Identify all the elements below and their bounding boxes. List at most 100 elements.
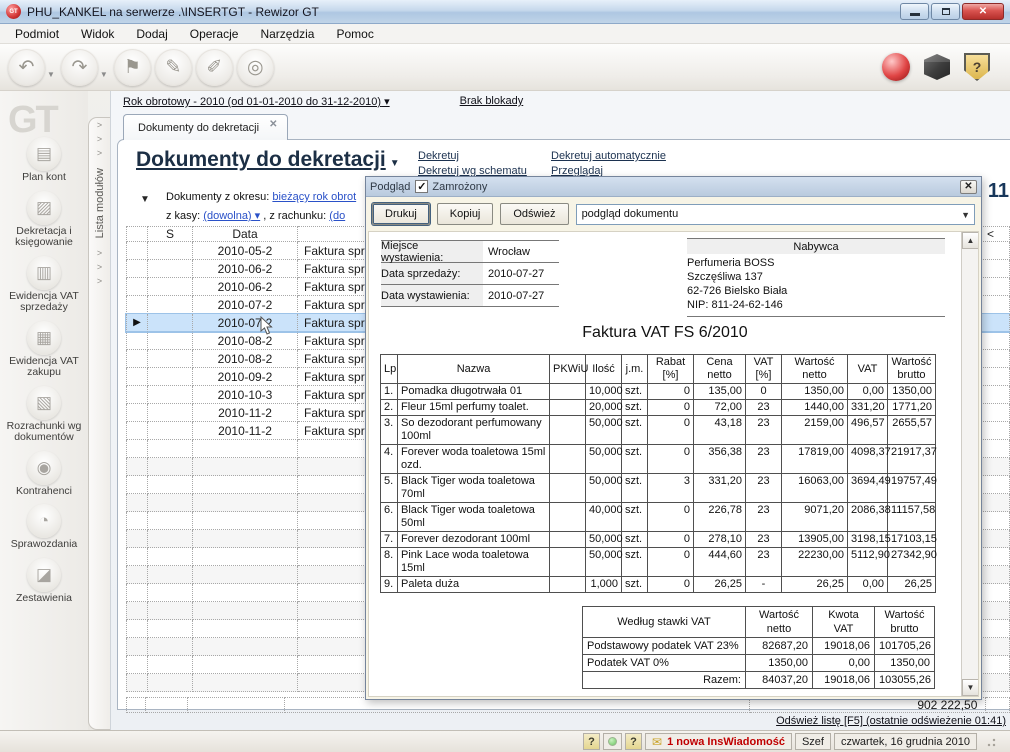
tab-dokumenty-do-dekretacji[interactable]: Dokumenty do dekretacji ✕ [123, 114, 288, 140]
dialog-title-bar[interactable]: Podgląd ✓ Zamrożony ✕ [366, 177, 981, 197]
resize-grip[interactable] [986, 737, 996, 747]
item-net-price: 444,60 [694, 548, 746, 577]
insmail-message: 1 nowa InsWiadomość [667, 736, 785, 748]
preview-mode-select[interactable]: podgląd dokumentu ▼ [576, 204, 975, 225]
flag-icon[interactable]: ⚑ [114, 49, 151, 86]
info-value: Wrocław [483, 246, 530, 258]
item-discount: 0 [648, 416, 694, 445]
invoice-title: Faktura VAT FS 6/2010 [369, 324, 961, 342]
vat-summary-column-header: Wartość brutto [875, 607, 935, 638]
fiscal-year-link[interactable]: Rok obrotowy - 2010 (od 01-01-2010 do 31… [123, 95, 390, 108]
back-icon-dropdown[interactable]: ▼ [47, 70, 55, 79]
period-filter-link[interactable]: bieżący rok obrot [272, 191, 356, 203]
help-status-icon[interactable]: ? [583, 733, 600, 750]
item-vat-value: 3694,49 [848, 474, 888, 503]
preview-document-icon[interactable]: ◎ [237, 49, 274, 86]
insert-orb-icon[interactable] [882, 53, 910, 81]
sidebar-item-label: Kontrahenci [16, 486, 72, 498]
minimize-button[interactable] [900, 3, 929, 20]
item-pkwiu [550, 503, 586, 532]
item-vat-value: 0,00 [848, 384, 888, 400]
column-header[interactable]: Data [193, 226, 298, 242]
item-net-value: 1350,00 [782, 384, 848, 400]
page-title[interactable]: Dokumenty do dekretacji [136, 148, 386, 172]
item-name: Fleur 15ml perfumy toalet. [398, 400, 550, 416]
action-link-dekretuj-automatycznie[interactable]: Dekretuj automatycznie [551, 150, 666, 162]
help-shield-icon[interactable]: ? [964, 53, 990, 81]
sidebar-item-statements[interactable]: ◪Zestawienia [0, 558, 88, 605]
kopiuj-button[interactable]: Kopiuj [437, 203, 494, 225]
restore-button[interactable] [931, 3, 960, 20]
info-value: 2010-07-27 [483, 268, 544, 280]
item-discount: 0 [648, 532, 694, 548]
menu-operacje[interactable]: Operacje [179, 24, 250, 44]
empty-cell [193, 530, 298, 548]
item-pkwiu [550, 445, 586, 474]
column-header[interactable]: S [148, 226, 193, 242]
preview-scrollbar[interactable]: ▲ ▼ [961, 232, 978, 696]
item-unit: szt. [622, 445, 648, 474]
row-marker-cell [126, 260, 148, 278]
menu-widok[interactable]: Widok [70, 24, 125, 44]
lock-status-link[interactable]: Brak blokady [460, 95, 524, 108]
refresh-list-link[interactable]: Odśwież listę [F5] (ostatnie odświeżenie… [776, 715, 1006, 727]
sidebar-item-posting[interactable]: ▨Dekretacja i księgowanie [0, 191, 88, 249]
vat-summary-column-header: Kwota VAT [813, 607, 875, 638]
sidebar-item-settlements[interactable]: ▧Rozrachunki wg dokumentów [0, 386, 88, 444]
sidebar-item-label: Dekretacja i księgowanie [0, 226, 88, 249]
tab-close-icon[interactable]: ✕ [269, 119, 277, 130]
scroll-down-icon[interactable]: ▼ [962, 679, 979, 696]
user-status[interactable]: Szef [795, 733, 831, 750]
frozen-checkbox[interactable]: ✓ [415, 180, 428, 193]
vat-summary-net: 1350,00 [746, 655, 813, 672]
close-button[interactable]: ✕ [962, 3, 1004, 20]
scroll-up-icon[interactable]: ▲ [962, 232, 979, 249]
menu-narzędzia[interactable]: Narzędzia [249, 24, 325, 44]
gt-watermark: GT [8, 99, 57, 142]
buyer-line: Szczęśliwa 137 [687, 270, 945, 284]
drukuj-button[interactable]: Drukuj [372, 203, 430, 225]
sidebar-item-vat-purchase[interactable]: ▦Ewidencja VAT zakupu [0, 321, 88, 379]
sidebar-item-contractors[interactable]: ◉Kontrahenci [0, 451, 88, 498]
odśwież-button[interactable]: Odśwież [500, 203, 568, 225]
item-lp: 9. [381, 577, 398, 593]
sidebar-item-chart-of-accounts[interactable]: ▤Plan kont [0, 137, 88, 184]
invoice-info-row: Miejsce wystawienia:Wrocław [381, 241, 559, 263]
item-net-value: 1440,00 [782, 400, 848, 416]
item-lp: 3. [381, 416, 398, 445]
insmail-status[interactable]: ✉ 1 nowa InsWiadomość [645, 733, 792, 750]
forward-icon-dropdown[interactable]: ▼ [100, 70, 108, 79]
invoice-item-row: 6.Black Tiger woda toaletowa 50ml40,000s… [381, 503, 936, 532]
item-name: So dezodorant perfumowany 100ml [398, 416, 550, 445]
date-status: czwartek, 16 grudnia 2010 [834, 733, 977, 750]
cash-filter-link[interactable]: (dowolna) ▾ [203, 210, 260, 222]
modules-strip[interactable]: >>> Lista modułów >>> [88, 117, 110, 730]
attach-document-icon[interactable]: ✎ [155, 49, 192, 86]
menu-pomoc[interactable]: Pomoc [325, 24, 384, 44]
filter-collapse-icon[interactable]: ▼ [140, 194, 150, 205]
items-column-header: Ilość [586, 355, 622, 384]
invoice-item-row: 4.Forever woda toaletowa 15ml ozd.50,000… [381, 445, 936, 474]
item-qty: 50,000 [586, 532, 622, 548]
item-pkwiu [550, 474, 586, 503]
item-pkwiu [550, 400, 586, 416]
vat-summary-table: Według stawki VATWartość nettoKwota VATW… [582, 606, 935, 689]
help-status-icon-2[interactable]: ? [625, 733, 642, 750]
menu-podmiot[interactable]: Podmiot [4, 24, 70, 44]
empty-cell [126, 566, 148, 584]
sidebar-item-reports[interactable]: ◔Sprawozdania [0, 504, 88, 551]
back-icon[interactable]: ↶ [8, 49, 45, 86]
rewizor-gt-window: { "window": { "title": "PHU_KANKEL na se… [0, 0, 1010, 752]
account-filter-link[interactable]: (do [329, 210, 345, 222]
sidebar-item-vat-sales[interactable]: ▥Ewidencja VAT sprzedaży [0, 256, 88, 314]
cube-icon[interactable] [924, 54, 950, 80]
sidebar-item-label: Ewidencja VAT zakupu [0, 356, 88, 379]
menu-dodaj[interactable]: Dodaj [125, 24, 178, 44]
decree-document-icon[interactable]: ✐ [196, 49, 233, 86]
action-link-dekretuj[interactable]: Dekretuj [418, 150, 533, 162]
empty-cell [148, 440, 193, 458]
forward-icon[interactable]: ↷ [61, 49, 98, 86]
dialog-close-icon[interactable]: ✕ [960, 180, 977, 194]
title-bar: GT PHU_KANKEL na serwerze .\INSERTGT - R… [0, 0, 1010, 24]
column-header[interactable] [126, 226, 148, 242]
